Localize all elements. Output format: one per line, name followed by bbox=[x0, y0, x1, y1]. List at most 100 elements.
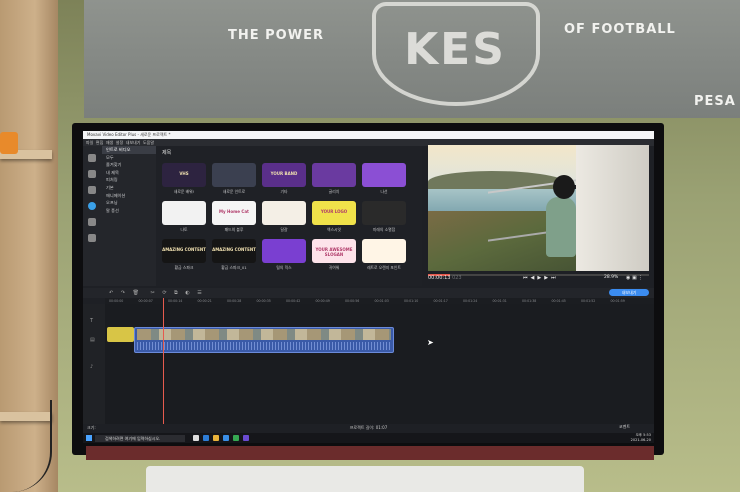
title-template-tile[interactable] bbox=[362, 163, 406, 187]
chrome-icon[interactable] bbox=[233, 435, 239, 441]
tile-preview-text: YOUR BAND bbox=[270, 171, 298, 176]
timeline-tracks[interactable] bbox=[83, 304, 654, 430]
category-basic[interactable]: 기본 bbox=[102, 184, 156, 192]
video-clip[interactable] bbox=[134, 327, 394, 353]
title-template-tile[interactable] bbox=[262, 201, 306, 225]
transport-buttons: ⏮◀▶▶⏭ bbox=[523, 272, 559, 284]
crop-icon[interactable]: ⧉ bbox=[168, 290, 178, 296]
taskbar-clock[interactable]: 오후 5:53 2021-06-20 bbox=[613, 433, 651, 443]
video-preview bbox=[428, 145, 649, 271]
title-template-tile[interactable] bbox=[362, 201, 406, 225]
list-icon[interactable]: ☰ bbox=[191, 290, 201, 296]
category-featured[interactable]: 피처링 bbox=[102, 176, 156, 184]
ruler-tick-label: 00:00:56 bbox=[345, 299, 360, 303]
title-template-tile[interactable] bbox=[362, 239, 406, 263]
title-template-tile[interactable]: YOUR BAND bbox=[262, 163, 306, 187]
title-clip[interactable] bbox=[107, 327, 134, 342]
edge-icon[interactable] bbox=[203, 435, 209, 441]
task-view-icon[interactable] bbox=[193, 435, 199, 441]
category-animated[interactable]: 애니메이션 bbox=[102, 192, 156, 200]
title-template-tile[interactable] bbox=[162, 201, 206, 225]
preview-tools-icons[interactable]: ◉ ▣ ⋮ bbox=[626, 272, 643, 284]
title-template-label: 황금 스파크_01 bbox=[221, 265, 247, 270]
title-template-label: 레트로 오렌지 포인트 bbox=[367, 265, 401, 270]
ruler-tick-label: 00:00:49 bbox=[315, 299, 330, 303]
category-opening[interactable]: 오프닝 bbox=[102, 199, 156, 207]
title-template-label: 나선 bbox=[380, 189, 388, 194]
timeline-playhead[interactable] bbox=[163, 298, 164, 430]
tile-preview-text: AMAZING CONTENT bbox=[162, 247, 206, 252]
color-icon[interactable]: ◐ bbox=[179, 290, 189, 296]
title-template-tile[interactable] bbox=[262, 239, 306, 263]
preview-person-head bbox=[553, 175, 575, 199]
menu-help[interactable]: 도움말 bbox=[143, 140, 154, 145]
title-template-tile[interactable]: AMAZING CONTENT bbox=[162, 239, 206, 263]
store-icon[interactable] bbox=[223, 435, 229, 441]
cut-icon[interactable]: ✂ bbox=[141, 290, 155, 296]
menu-edit[interactable]: 편집 bbox=[96, 140, 103, 145]
preview-building-wall bbox=[576, 145, 649, 271]
menu-file[interactable]: 파일 bbox=[83, 140, 93, 145]
track-headers: T ▤ ♪ bbox=[83, 304, 105, 430]
title-template-tile[interactable]: VHS bbox=[162, 163, 206, 187]
title-template-tile[interactable]: AMAZING CONTENT bbox=[212, 239, 256, 263]
category-speech-bubbles[interactable]: 말 풍선 bbox=[102, 207, 156, 215]
tile-preview-text: YOUR AWESOME SLOGAN bbox=[315, 247, 353, 257]
timecode-main: 00:00:13 bbox=[428, 275, 451, 281]
titles-icon[interactable] bbox=[88, 202, 96, 210]
ruler-tick-label: 00:01:17 bbox=[433, 299, 448, 303]
tile-preview-text: YOUR LOGO bbox=[320, 209, 348, 214]
import-icon[interactable] bbox=[88, 154, 96, 162]
ruler-tick-label: 00:01:03 bbox=[374, 299, 389, 303]
ruler-tick-label: 00:01:52 bbox=[581, 299, 596, 303]
menu-settings[interactable]: 설정 bbox=[116, 140, 123, 145]
audio-track-icon[interactable]: ♪ bbox=[90, 364, 98, 370]
explorer-icon[interactable] bbox=[213, 435, 219, 441]
title-template-tile[interactable] bbox=[312, 163, 356, 187]
stickers-icon[interactable] bbox=[88, 218, 96, 226]
menu-export[interactable]: 내보내기 bbox=[126, 140, 141, 145]
menu-play[interactable]: 재생 bbox=[106, 140, 113, 145]
transitions-icon[interactable] bbox=[88, 186, 96, 194]
category-favorites[interactable]: 즐겨찾기 bbox=[102, 161, 156, 169]
ruler-tick-label: 00:01:24 bbox=[463, 299, 478, 303]
ruler-tick-label: 00:01:10 bbox=[404, 299, 419, 303]
title-template-tile[interactable]: YOUR AWESOME SLOGAN bbox=[312, 239, 356, 263]
undo-icon[interactable]: ↶ bbox=[83, 290, 113, 296]
category-intro[interactable]: 인트로 비디오 bbox=[102, 146, 156, 154]
ruler-tick-label: 00:01:38 bbox=[522, 299, 537, 303]
redo-icon[interactable]: ↷ bbox=[115, 290, 125, 296]
ruler-tick-label: 00:00:42 bbox=[286, 299, 301, 303]
project-length: 프로젝트 길이: 01:07 bbox=[349, 425, 388, 430]
export-button[interactable]: 내보내기 bbox=[609, 289, 649, 296]
filters-icon[interactable] bbox=[88, 170, 96, 178]
banner-text-right: OF FOOTBALL bbox=[564, 22, 676, 37]
ruler-tick-label: 00:00:35 bbox=[256, 299, 271, 303]
title-template-tile[interactable]: YOUR LOGO bbox=[312, 201, 356, 225]
start-icon[interactable] bbox=[86, 435, 92, 441]
title-template-tile[interactable] bbox=[212, 163, 256, 187]
delete-icon[interactable]: 🗑 bbox=[127, 290, 139, 296]
comment-button[interactable]: 코멘트 bbox=[619, 424, 630, 430]
skip-forward-icon[interactable]: ⏭ bbox=[551, 275, 559, 281]
title-template-tile[interactable]: My Home Cat bbox=[212, 201, 256, 225]
scale-label: 크기: bbox=[87, 425, 96, 430]
title-template-label: 달걀 bbox=[280, 227, 288, 232]
preview-zoom[interactable]: 28.9% bbox=[604, 272, 618, 284]
player-controls: 00:00:13 023 ⏮◀▶▶⏭ 28.9% ◉ ▣ ⋮ bbox=[428, 272, 649, 284]
title-template-label: 황금 스파크 bbox=[174, 265, 194, 270]
skip-back-icon[interactable]: ⏮ bbox=[523, 275, 531, 281]
video-track-icon[interactable]: ▤ bbox=[90, 337, 98, 343]
title-track-icon[interactable]: T bbox=[90, 318, 98, 324]
taskbar-search-input[interactable]: 검색하려면 여기에 입력하십시오. bbox=[95, 434, 185, 442]
category-all[interactable]: 모두 bbox=[102, 154, 156, 162]
title-template-label: 엑스시잇 bbox=[327, 227, 341, 232]
ruler-tick-label: 00:01:31 bbox=[492, 299, 507, 303]
tile-preview-text: VHS bbox=[179, 171, 189, 176]
orange-object bbox=[0, 132, 18, 154]
category-my-titles[interactable]: 내 제목 bbox=[102, 169, 156, 177]
rotate-icon[interactable]: ⟳ bbox=[156, 290, 166, 296]
app-icon[interactable] bbox=[243, 435, 249, 441]
monitor-bottom-trim bbox=[86, 446, 654, 460]
more-tools-icon[interactable] bbox=[88, 234, 96, 242]
